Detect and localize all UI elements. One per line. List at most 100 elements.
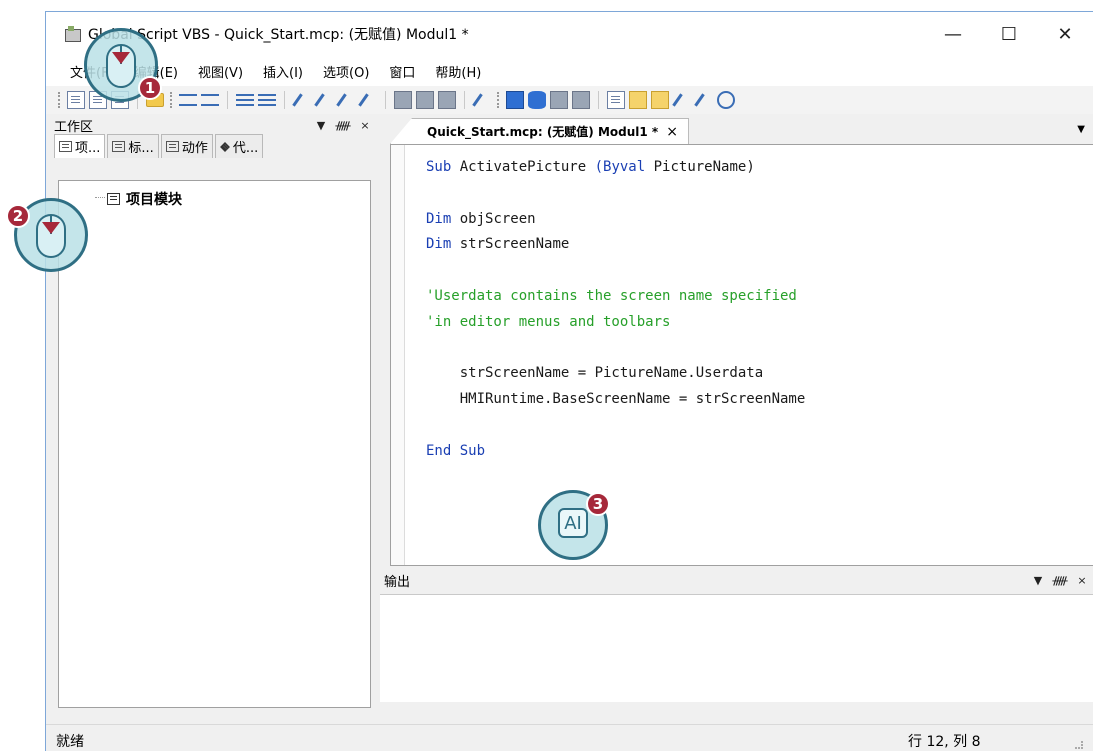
close-tab-icon[interactable]: × xyxy=(666,124,678,140)
pin-icon[interactable]: ᚏ xyxy=(332,119,354,132)
menu-bar: 文件(F) 编辑(E) 视图(V) 插入(I) 选项(O) 窗口 帮助(H) xyxy=(46,56,1093,86)
code-line[interactable]: strScreenName = PictureName.Userdata xyxy=(426,361,805,387)
tab-actions[interactable]: 动作 xyxy=(160,134,213,158)
toolbar-separator xyxy=(385,91,386,109)
code-line[interactable]: Dim strScreenName xyxy=(426,232,805,258)
code-line[interactable]: Dim objScreen xyxy=(426,207,805,233)
code-line[interactable]: 'Userdata contains the screen name speci… xyxy=(426,284,805,310)
tree-item-project-modules[interactable]: 项目模块 xyxy=(107,189,182,209)
toolbar-separator xyxy=(284,91,285,109)
uncomment-icon[interactable] xyxy=(258,94,276,106)
maximize-button[interactable]: ☐ xyxy=(981,12,1037,56)
close-panel-icon[interactable]: × xyxy=(354,119,376,132)
wizard-icon[interactable] xyxy=(673,91,691,109)
output-content[interactable] xyxy=(380,594,1093,702)
tree-item-label: 项目模块 xyxy=(126,192,182,208)
code-line-blank[interactable] xyxy=(426,336,805,362)
pin-icon[interactable]: ᚏ xyxy=(1049,574,1071,587)
code-line-blank[interactable] xyxy=(426,181,805,207)
menu-window[interactable]: 窗口 xyxy=(389,62,415,81)
app-icon xyxy=(64,26,81,42)
code-line-blank[interactable] xyxy=(426,258,805,284)
object-icon[interactable] xyxy=(572,91,590,109)
toolbar-grip[interactable] xyxy=(497,92,500,108)
tab-modul1[interactable]: Quick_Start.mcp: (无赋值) Modul1 * × xyxy=(390,118,689,144)
code-text-token: ActivatePicture xyxy=(451,159,595,175)
toolbar-grip[interactable] xyxy=(58,92,61,108)
minimize-button[interactable]: — xyxy=(925,12,981,56)
tab-project-label: 项... xyxy=(75,141,101,156)
click-arrow-icon xyxy=(112,52,130,64)
outdent-icon[interactable] xyxy=(201,94,219,106)
tab-code-label: 代... xyxy=(232,141,259,156)
code-text-token: objScreen xyxy=(451,210,536,227)
resize-grip[interactable] xyxy=(1075,741,1083,749)
callout-1: 1 xyxy=(80,24,180,114)
menu-help[interactable]: 帮助(H) xyxy=(435,62,481,81)
output-title: 输出 xyxy=(384,574,411,590)
tag-icon[interactable] xyxy=(550,91,568,109)
code-keyword: Dim xyxy=(426,236,452,253)
code-line[interactable]: Sub ActivatePicture (Byval PictureName) xyxy=(426,155,805,181)
tab-code[interactable]: 代... xyxy=(214,134,264,158)
replace-icon[interactable] xyxy=(438,91,456,109)
title-bar: Global Script VBS - Quick_Start.mcp: (无赋… xyxy=(46,12,1093,56)
code-line[interactable]: 'in editor menus and toolbars xyxy=(426,310,805,336)
step-badge-2: 2 xyxy=(6,204,30,228)
code-comment: 'in editor menus and toolbars xyxy=(426,313,671,330)
code-text-token: strScreenName xyxy=(451,236,570,253)
syntax-check-icon[interactable] xyxy=(394,91,412,109)
comment-icon[interactable] xyxy=(236,94,254,106)
code-line[interactable]: End Sub xyxy=(426,439,805,465)
add-trigger-icon[interactable] xyxy=(651,91,669,109)
workspace-title: 工作区 xyxy=(54,119,94,135)
output-header: 输出 ▼ ᚏ × xyxy=(380,568,1093,592)
database-icon[interactable] xyxy=(528,91,546,109)
code-keyword: Dim xyxy=(426,210,452,227)
clear-bookmarks-icon[interactable] xyxy=(359,91,377,109)
code-text-token: HMIRuntime.BaseScreenName = strScreenNam… xyxy=(426,391,806,408)
screen-icon[interactable] xyxy=(506,91,524,109)
module-icon xyxy=(112,141,126,152)
code-editor[interactable]: Sub ActivatePicture (Byval PictureName) … xyxy=(390,144,1093,566)
click-arrow-icon xyxy=(42,222,60,234)
workspace-tabs: 项... 标... 动作 代... xyxy=(46,134,376,158)
mouse-left-click-icon xyxy=(106,44,136,88)
code-text[interactable]: Sub ActivatePicture (Byval PictureName) … xyxy=(426,155,805,465)
code-text-token: strScreenName = PictureName.Userdata xyxy=(426,365,764,382)
clock-icon[interactable] xyxy=(717,91,735,109)
bookmark-icon[interactable] xyxy=(293,91,311,109)
output-panel: 输出 ▼ ᚏ × xyxy=(380,568,1093,708)
dropdown-icon[interactable]: ▼ xyxy=(1027,574,1049,587)
menu-options[interactable]: 选项(O) xyxy=(323,62,369,81)
module-icon xyxy=(59,141,72,152)
indent-icon[interactable] xyxy=(179,94,197,106)
mouse-left-click-icon xyxy=(36,214,66,258)
toolbar-separator xyxy=(227,91,228,109)
code-line-blank[interactable] xyxy=(426,413,805,439)
compass-icon[interactable] xyxy=(695,91,713,109)
previous-bookmark-icon[interactable] xyxy=(337,91,355,109)
dropdown-icon[interactable]: ▼ xyxy=(310,119,332,132)
find-icon[interactable] xyxy=(416,91,434,109)
next-bookmark-icon[interactable] xyxy=(315,91,333,109)
editor-area: Quick_Start.mcp: (无赋值) Modul1 * × ▼ Sub … xyxy=(380,114,1093,566)
close-button[interactable]: ✕ xyxy=(1037,12,1093,56)
tab-project[interactable]: 项... xyxy=(54,134,106,158)
tabs-dropdown-icon[interactable]: ▼ xyxy=(1077,124,1085,135)
menu-insert[interactable]: 插入(I) xyxy=(263,62,303,81)
document-tabs: Quick_Start.mcp: (无赋值) Modul1 * × xyxy=(380,114,1093,144)
properties-icon[interactable] xyxy=(473,91,491,109)
code-line[interactable]: HMIRuntime.BaseScreenName = strScreenNam… xyxy=(426,387,806,413)
callout-2: 2 xyxy=(4,196,104,286)
toolbar-separator xyxy=(464,91,465,109)
workspace-header: 工作区 ▼ ᚏ × xyxy=(46,114,376,136)
code-keyword: Sub xyxy=(426,159,452,175)
tab-modul1-label: Quick_Start.mcp: (无赋值) Modul1 * xyxy=(427,125,659,139)
close-panel-icon[interactable]: × xyxy=(1071,574,1093,587)
action-icon xyxy=(165,141,179,152)
menu-view[interactable]: 视图(V) xyxy=(198,62,243,81)
info-icon[interactable] xyxy=(607,91,625,109)
tab-standard[interactable]: 标... xyxy=(107,134,159,158)
trigger-icon[interactable] xyxy=(629,91,647,109)
